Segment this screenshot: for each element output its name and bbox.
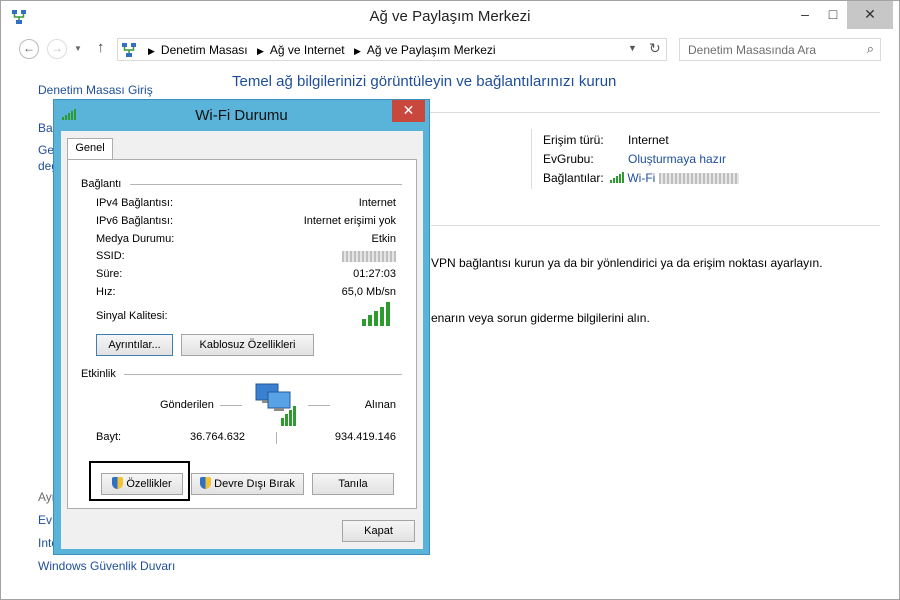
arrow-right-icon: → xyxy=(51,41,63,55)
search-placeholder: Denetim Masasında Ara xyxy=(688,43,817,57)
wifi-status-dialog: Wi-Fi Durumu ✕ Genel Bağlantı IPv4 Bağla… xyxy=(53,99,430,555)
breadcrumb-denetim-masasi[interactable]: Denetim Masası xyxy=(161,43,248,57)
diagnose-button[interactable]: Tanıla xyxy=(312,473,394,495)
access-type-value: Internet xyxy=(628,133,669,147)
breadcrumb-separator-icon[interactable]: ▶ xyxy=(354,46,361,56)
connections-label: Bağlantılar: xyxy=(543,171,604,185)
speed-value: 65,0 Mb/sn xyxy=(341,286,396,298)
homegroup-label: EvGrubu: xyxy=(543,152,594,166)
redacted-network-name xyxy=(658,173,739,185)
signal-strength-icon xyxy=(362,302,390,326)
duration-label: Süre: xyxy=(96,268,123,280)
details-button[interactable]: Ayrıntılar... xyxy=(96,334,173,356)
close-button[interactable]: ✕ xyxy=(847,1,893,29)
search-icon: ⌕ xyxy=(866,41,874,56)
breadcrumb-ag-ve-paylasim-merkezi[interactable]: Ağ ve Paylaşım Merkezi xyxy=(367,43,496,57)
duration-value: 01:27:03 xyxy=(353,268,396,280)
sent-line xyxy=(220,405,242,406)
setup-connection-description: VPN bağlantısı kurun ya da bir yönlendir… xyxy=(431,256,823,270)
window-title: Ağ ve Paylaşım Merkezi xyxy=(369,8,531,25)
disable-button-label: Devre Dışı Bırak xyxy=(214,478,295,490)
ipv6-label: IPv6 Bağlantısı: xyxy=(96,215,174,227)
sidebar-item-firewall[interactable]: Windows Güvenlik Duvarı xyxy=(38,559,175,573)
troubleshoot-description: enarın veya sorun giderme bilgilerini al… xyxy=(431,311,650,325)
sidebar-item-home[interactable]: Denetim Masası Giriş xyxy=(38,83,153,97)
uac-shield-icon xyxy=(200,477,212,489)
forward-button[interactable]: → xyxy=(47,39,67,59)
title-bar: Ağ ve Paylaşım Merkezi – □ ✕ xyxy=(1,1,899,33)
ipv4-label: IPv4 Bağlantısı: xyxy=(96,197,174,209)
bytes-sent-value: 36.764.632 xyxy=(190,431,246,443)
media-state-label: Medya Durumu: xyxy=(96,233,175,245)
wireless-properties-button[interactable]: Kablosuz Özellikleri xyxy=(181,334,314,356)
address-dropdown-button[interactable]: ▼ xyxy=(628,43,637,53)
dialog-close-button[interactable]: ✕ xyxy=(392,100,425,122)
received-label: Alınan xyxy=(364,399,396,411)
breadcrumb-ag-ve-internet[interactable]: Ağ ve Internet xyxy=(270,43,345,57)
refresh-icon: ↻ xyxy=(649,40,661,56)
breadcrumb-separator-icon[interactable]: ▶ xyxy=(257,46,264,56)
ssid-value xyxy=(342,250,396,262)
sidebar-item-homegroup[interactable]: Ev xyxy=(38,513,52,527)
bytes-label: Bayt: xyxy=(96,431,122,443)
dialog-close-action-button[interactable]: Kapat xyxy=(342,520,415,542)
homegroup-link[interactable]: Oluşturmaya hazır xyxy=(628,152,726,166)
arrow-left-icon: ← xyxy=(23,41,35,55)
media-state-value: Etkin xyxy=(371,233,396,245)
speed-label: Hız: xyxy=(96,286,116,298)
search-box[interactable]: Denetim Masasında Ara ⌕ xyxy=(679,38,881,61)
signal-quality-label: Sinyal Kalitesi: xyxy=(96,310,168,322)
control-panel-icon xyxy=(122,43,136,57)
dialog-body: Genel Bağlantı IPv4 Bağlantısı: Internet… xyxy=(61,131,423,549)
recent-locations-button[interactable]: ▼ xyxy=(74,44,82,53)
navigation-bar: ← → ▼ ↑ ▶ Denetim Masası ▶ Ağ ve Internet … xyxy=(1,35,899,65)
chevron-down-icon: ▼ xyxy=(628,43,637,53)
connection-group-label: Bağlantı xyxy=(81,178,122,190)
dialog-title: Wi-Fi Durumu xyxy=(195,107,288,124)
wifi-connection-label: Wi-Fi xyxy=(627,171,656,185)
received-line xyxy=(308,405,330,406)
chevron-down-icon: ▼ xyxy=(74,44,82,53)
breadcrumb: ▶ Denetim Masası ▶ Ağ ve Internet ▶ Ağ ve P… xyxy=(142,43,496,57)
redacted-ssid xyxy=(342,250,396,262)
tab-general[interactable]: Genel xyxy=(67,138,113,160)
arrow-up-icon: ↑ xyxy=(97,39,105,56)
bytes-received-value: 934.419.146 xyxy=(334,431,396,443)
access-type-label: Erişim türü: xyxy=(543,133,604,147)
ipv6-value: Internet erişimi yok xyxy=(303,215,396,227)
address-bar[interactable]: ▶ Denetim Masası ▶ Ağ ve Internet ▶ Ağ ve P… xyxy=(117,38,667,61)
refresh-button[interactable]: ↻ xyxy=(649,40,661,57)
wifi-connection-link[interactable]: Wi-Fi xyxy=(610,171,739,185)
general-tab-panel: Bağlantı IPv4 Bağlantısı: Internet IPv6 … xyxy=(67,159,417,509)
activity-group-label: Etkinlik xyxy=(81,368,116,380)
properties-button-label: Özellikler xyxy=(126,478,172,490)
ipv4-value: Internet xyxy=(358,197,396,209)
maximize-button[interactable]: □ xyxy=(819,1,847,29)
back-button[interactable]: ← xyxy=(19,39,39,59)
properties-button[interactable]: Özellikler xyxy=(101,473,183,495)
up-button[interactable]: ↑ xyxy=(97,39,105,56)
group-divider xyxy=(130,184,402,185)
network-computers-icon xyxy=(255,383,296,426)
sent-label: Gönderilen xyxy=(160,399,214,411)
minimize-button[interactable]: – xyxy=(791,1,819,29)
wifi-signal-icon xyxy=(610,172,624,183)
section-divider xyxy=(431,225,880,226)
breadcrumb-separator-icon[interactable]: ▶ xyxy=(148,46,155,56)
info-divider xyxy=(531,129,532,189)
uac-shield-icon xyxy=(112,477,124,489)
bytes-divider xyxy=(276,432,277,444)
group-divider xyxy=(124,374,402,375)
page-heading: Temel ağ bilgilerinizi görüntüleyin ve b… xyxy=(232,73,617,90)
disable-button[interactable]: Devre Dışı Bırak xyxy=(191,473,304,495)
ssid-label: SSID: xyxy=(96,250,125,262)
